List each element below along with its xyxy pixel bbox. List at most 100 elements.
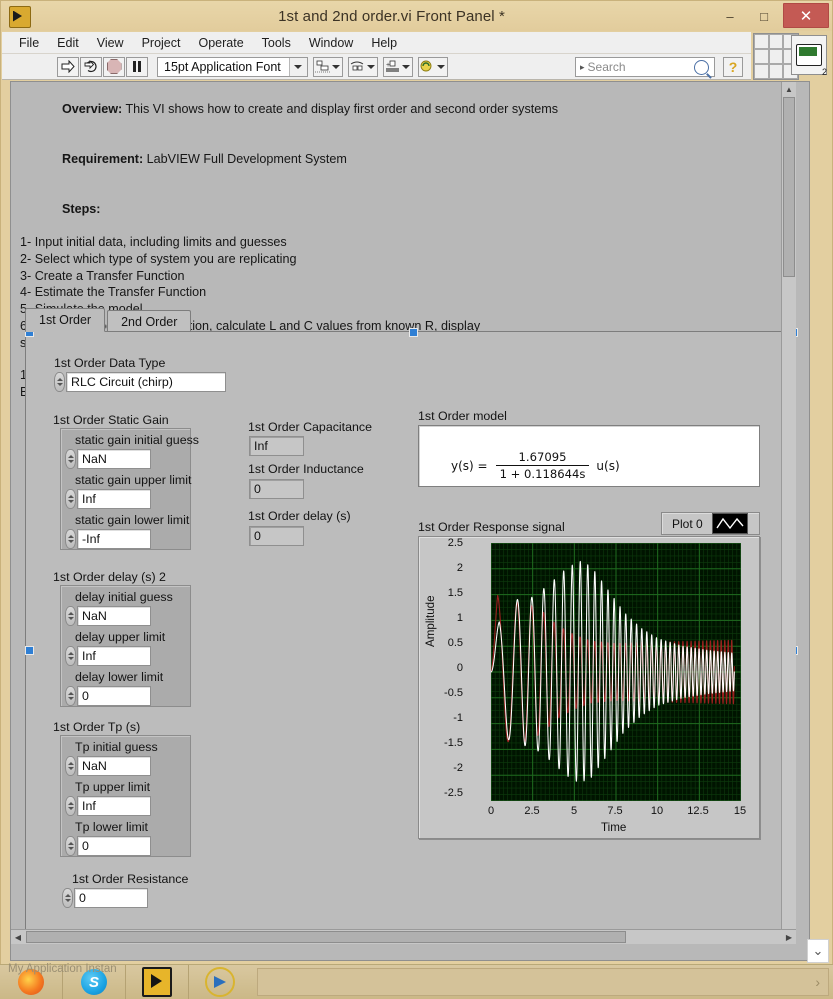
delay-initial-guess-stepper[interactable] (65, 606, 76, 626)
menu-tools[interactable]: Tools (253, 34, 300, 52)
x-tick: 5 (570, 805, 578, 817)
taskbar-item-ni-launcher[interactable] (189, 965, 251, 999)
static-gain-lower-limit-value[interactable]: -Inf (77, 529, 151, 549)
model-label: 1st Order model (418, 409, 507, 423)
tp-upper-limit-control[interactable]: Inf (65, 796, 151, 816)
menu-operate[interactable]: Operate (189, 34, 252, 52)
align-objects-button[interactable] (312, 56, 343, 77)
menu-help[interactable]: Help (362, 34, 406, 52)
toolbar: 15pt Application Font + ▸ Search ? (2, 54, 751, 80)
menu-project[interactable]: Project (133, 34, 190, 52)
resize-chevron-down-icon[interactable] (402, 64, 411, 69)
delay-upper-limit-control[interactable]: Inf (65, 646, 151, 666)
resistance-stepper[interactable] (62, 888, 73, 908)
distribute-chevron-down-icon[interactable] (367, 64, 376, 69)
delay-cluster: delay initial guess NaN delay upper limi… (60, 585, 191, 707)
resistance-control[interactable]: 0 (62, 888, 148, 908)
scroll-up-arrow-icon[interactable]: ▲ (782, 82, 796, 96)
x-tick: 12.5 (687, 805, 709, 817)
plot-legend-name: Plot 0 (672, 516, 703, 531)
plot-legend-swatch[interactable] (711, 513, 748, 534)
tp-initial-guess-stepper[interactable] (65, 756, 76, 776)
delay-lower-limit-control[interactable]: 0 (65, 686, 151, 706)
taskbar-item-labview[interactable] (126, 965, 189, 999)
abort-execution-button[interactable] (103, 56, 125, 77)
title-bar: 1st and 2nd order.vi Front Panel * – □ ✕ (1, 1, 832, 31)
horizontal-scrollbar[interactable]: ◀ ▶ (11, 929, 796, 944)
window-frame: 1st and 2nd order.vi Front Panel * – □ ✕… (0, 0, 833, 978)
tp-initial-guess-value[interactable]: NaN (77, 756, 151, 776)
vi-icon-glyph (796, 44, 827, 77)
scroll-left-arrow-icon[interactable]: ◀ (11, 930, 25, 944)
minimize-button[interactable]: – (713, 1, 747, 31)
static-gain-upper-limit-control[interactable]: Inf (65, 489, 151, 509)
delay-lower-limit-stepper[interactable] (65, 686, 76, 706)
tp-lower-limit-value[interactable]: 0 (77, 836, 151, 856)
static-gain-upper-limit-stepper[interactable] (65, 489, 76, 509)
static-gain-cluster: static gain initial guess NaN static gai… (60, 428, 199, 550)
plot-legend[interactable]: Plot 0 (661, 512, 760, 535)
static-gain-lower-limit-control[interactable]: -Inf (65, 529, 151, 549)
response-signal-graph[interactable]: Amplitude 2.5 2 1.5 1 0.5 0 -0.5 -1 -1.5… (418, 536, 760, 839)
reorder-objects-button[interactable] (417, 56, 448, 77)
inductance-value: 0 (249, 479, 304, 499)
tp-upper-limit-stepper[interactable] (65, 796, 76, 816)
static-gain-upper-limit-value[interactable]: Inf (77, 489, 151, 509)
y-tick: 2 (456, 562, 463, 574)
taskbar-show-hidden-chevron-icon[interactable]: ⌄ (807, 939, 829, 963)
menu-file[interactable]: File (10, 34, 48, 52)
model-equation-display: y(s) = 1.67095 1 + 0.118644s u(s) (418, 425, 760, 487)
svg-text:+: + (386, 62, 390, 69)
delay-initial-guess-value[interactable]: NaN (77, 606, 151, 626)
static-gain-initial-guess-stepper[interactable] (65, 449, 76, 469)
vertical-scrollbar[interactable]: ▲ ▼ (781, 82, 796, 944)
context-help-button[interactable]: ? (723, 57, 743, 77)
delay-lower-limit-value[interactable]: 0 (77, 686, 151, 706)
run-button[interactable] (57, 56, 79, 77)
pause-button[interactable] (126, 56, 148, 77)
delay-initial-guess-control[interactable]: NaN (65, 606, 151, 626)
delay-upper-limit-stepper[interactable] (65, 646, 76, 666)
selection-handle-top-center[interactable] (409, 328, 418, 337)
close-button[interactable]: ✕ (783, 3, 829, 28)
tp-cluster: Tp initial guess NaN Tp upper limit Inf … (60, 735, 191, 857)
plot-area[interactable] (491, 543, 741, 801)
tp-initial-guess-control[interactable]: NaN (65, 756, 151, 776)
maximize-button[interactable]: □ (747, 1, 781, 31)
front-panel-content: Overview: This VI shows how to create an… (11, 82, 798, 944)
resize-objects-button[interactable]: + (382, 56, 413, 77)
distribute-objects-button[interactable] (347, 56, 378, 77)
static-gain-initial-guess-label: static gain initial guess (75, 433, 199, 447)
run-continuously-button[interactable] (80, 56, 102, 77)
tp-lower-limit-stepper[interactable] (65, 836, 76, 856)
menu-view[interactable]: View (88, 34, 133, 52)
font-selector[interactable]: 15pt Application Font (157, 56, 308, 77)
search-dropdown-icon[interactable]: ▸ (576, 62, 588, 73)
delay-upper-limit-value[interactable]: Inf (77, 646, 151, 666)
y-tick: 2.5 (447, 537, 463, 549)
tab-1st-order[interactable]: 1st Order (25, 308, 106, 332)
align-chevron-down-icon[interactable] (332, 64, 341, 69)
taskbar-overflow-tray[interactable]: › (257, 968, 829, 996)
data-type-value[interactable]: RLC Circuit (chirp) (66, 372, 226, 392)
tp-upper-limit-value[interactable]: Inf (77, 796, 151, 816)
search-input[interactable]: ▸ Search (575, 57, 715, 77)
resistance-value[interactable]: 0 (74, 888, 148, 908)
data-type-stepper[interactable] (54, 372, 65, 392)
static-gain-initial-guess-value[interactable]: NaN (77, 449, 151, 469)
reorder-chevron-down-icon[interactable] (437, 64, 446, 69)
tab-2nd-order[interactable]: 2nd Order (107, 310, 192, 332)
menu-edit[interactable]: Edit (48, 34, 88, 52)
taskbar-overflow-chevron-icon[interactable]: › (815, 974, 828, 990)
vertical-scroll-thumb[interactable] (783, 97, 795, 277)
vi-icon-connector-pane[interactable] (791, 35, 827, 77)
horizontal-scroll-thumb[interactable] (26, 931, 626, 943)
static-gain-lower-limit-stepper[interactable] (65, 529, 76, 549)
selection-handle-left-middle[interactable] (25, 646, 34, 655)
scroll-right-arrow-icon[interactable]: ▶ (782, 930, 796, 944)
static-gain-initial-guess-control[interactable]: NaN (65, 449, 151, 469)
tp-lower-limit-control[interactable]: 0 (65, 836, 151, 856)
data-type-control[interactable]: RLC Circuit (chirp) (54, 372, 226, 392)
menu-window[interactable]: Window (300, 34, 362, 52)
font-selector-chevron-down-icon[interactable] (288, 57, 307, 76)
